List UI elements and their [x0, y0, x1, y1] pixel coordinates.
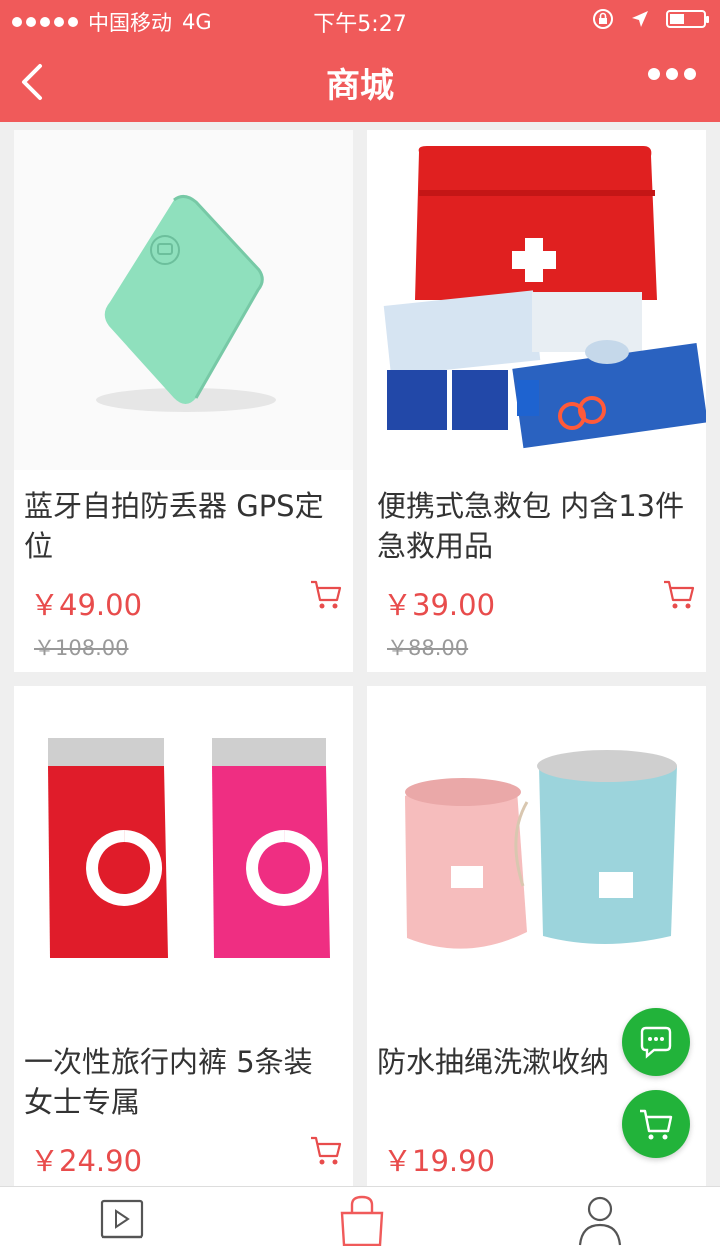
product-name: 蓝牙自拍防丢器 GPS定位 — [24, 489, 324, 563]
product-price: ￥19.90 — [383, 1144, 496, 1178]
battery-icon — [666, 10, 709, 28]
product-name: 一次性旅行内裤 5条装 女士专属 — [24, 1045, 313, 1119]
more-button[interactable] — [648, 68, 696, 80]
tab-shop[interactable] — [334, 1195, 394, 1246]
tab-video[interactable] — [96, 1195, 156, 1246]
header: 中国移动 4G 下午5:27 商城 — [0, 0, 720, 122]
product-price: ￥49.00 — [30, 588, 143, 622]
status-bar: 中国移动 4G 下午5:27 — [0, 0, 720, 40]
product-card[interactable]: 一次性旅行内裤 5条装 女士专属 ￥24.90 — [14, 686, 353, 1186]
product-price: ￥39.00 — [383, 588, 496, 622]
location-icon — [632, 11, 648, 27]
original-price: ￥88.00 — [387, 636, 469, 660]
product-price: ￥24.90 — [30, 1144, 143, 1178]
add-to-cart-icon[interactable] — [662, 578, 696, 612]
product-image — [14, 686, 353, 1026]
tab-profile[interactable] — [572, 1195, 632, 1246]
original-price: ￥108.00 — [34, 636, 129, 660]
chat-bubble-icon — [640, 1026, 672, 1059]
product-card[interactable]: 蓝牙自拍防丢器 GPS定位 ￥49.00 ￥108.00 — [14, 130, 353, 672]
product-grid: 蓝牙自拍防丢器 GPS定位 ￥49.00 ￥108.00 便携式急救包 内含13… — [0, 122, 720, 1186]
page-title: 商城 — [326, 66, 394, 106]
rotation-lock-icon — [593, 9, 613, 29]
product-image — [367, 686, 706, 1026]
cart-icon — [640, 1109, 673, 1140]
nav-bar: 商城 — [0, 42, 720, 122]
product-card[interactable]: 便携式急救包 内含13件急救用品 ￥39.00 ￥88.00 — [367, 130, 706, 672]
add-to-cart-icon[interactable] — [309, 578, 343, 612]
chat-button[interactable] — [622, 1008, 690, 1076]
add-to-cart-icon[interactable] — [309, 1134, 343, 1168]
product-image — [367, 130, 706, 470]
tab-bar — [0, 1186, 720, 1246]
cart-button[interactable] — [622, 1090, 690, 1158]
product-name: 便携式急救包 内含13件急救用品 — [377, 489, 685, 563]
product-image — [14, 130, 353, 470]
